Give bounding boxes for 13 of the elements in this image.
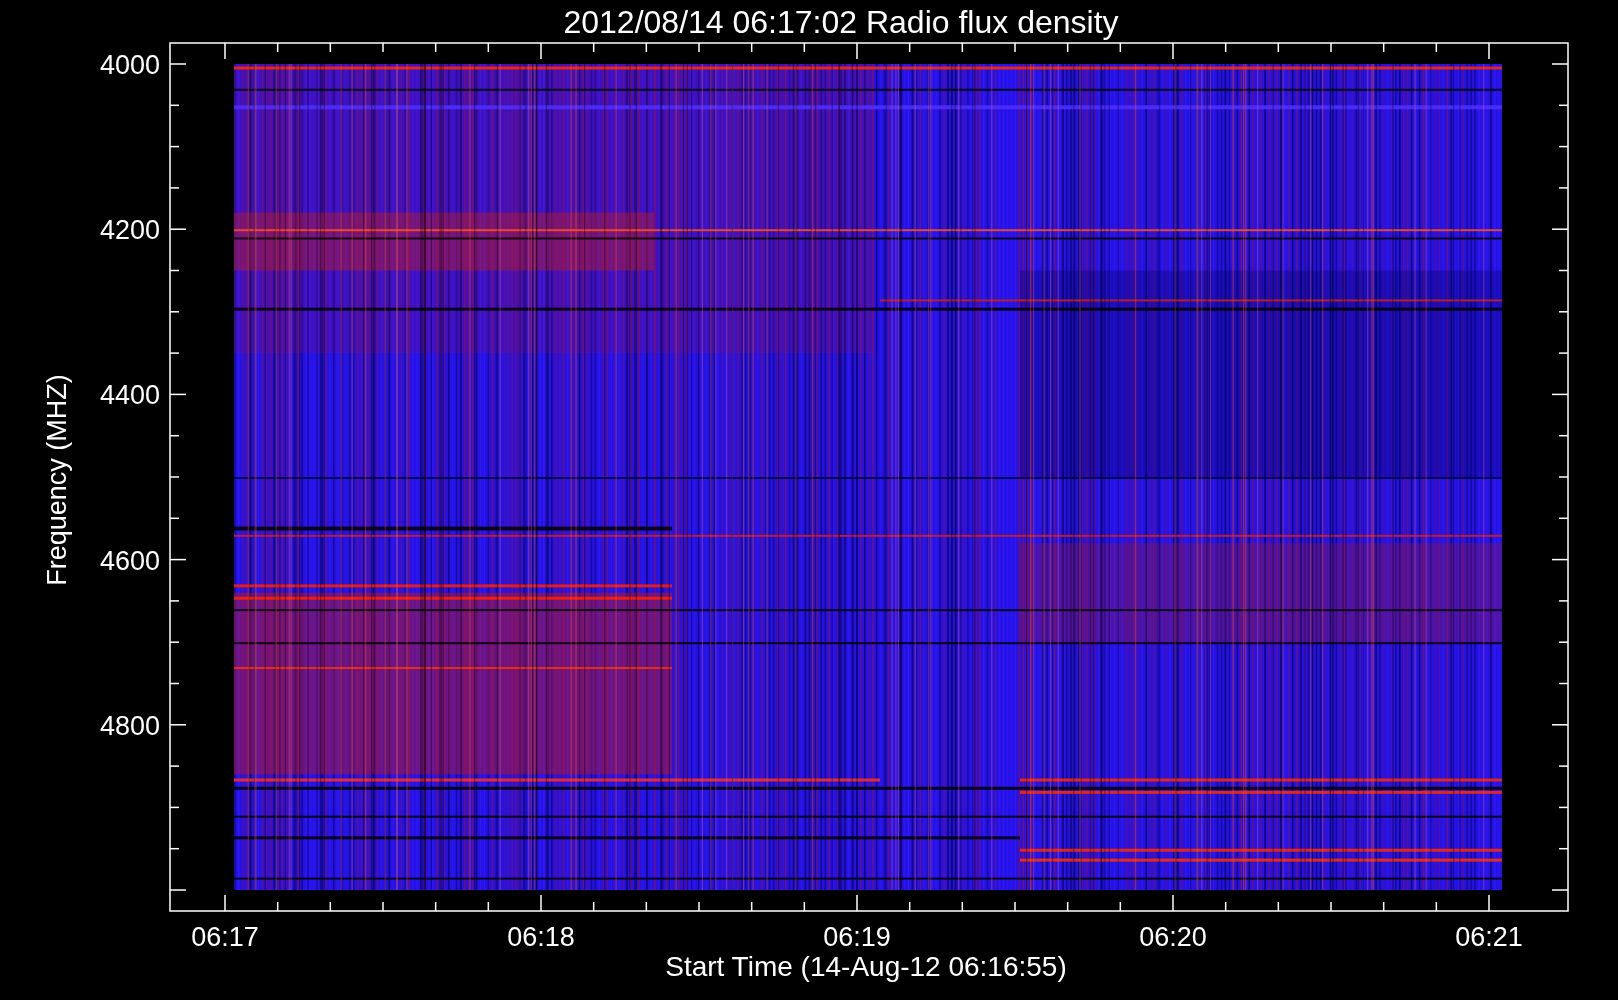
plot-title: 2012/08/14 06:17:02 Radio flux density — [563, 4, 1119, 40]
y-tick-label: 4800 — [99, 710, 160, 741]
x-tick-label: 06:20 — [1139, 922, 1207, 952]
y-axis-label: Frequency (MHZ) — [42, 374, 72, 586]
x-tick-label: 06:19 — [823, 922, 891, 952]
y-tick-label: 4200 — [99, 215, 160, 246]
y-tick-label: 4600 — [99, 545, 160, 576]
y-tick-label: 4400 — [99, 380, 160, 411]
x-tick-label: 06:21 — [1455, 922, 1523, 952]
y-tick-label: 4000 — [99, 50, 160, 80]
x-axis-label: Start Time (14-Aug-12 06:16:55) — [665, 951, 1067, 982]
x-tick-label: 06:17 — [191, 922, 259, 952]
x-tick-label: 06:18 — [507, 922, 575, 952]
